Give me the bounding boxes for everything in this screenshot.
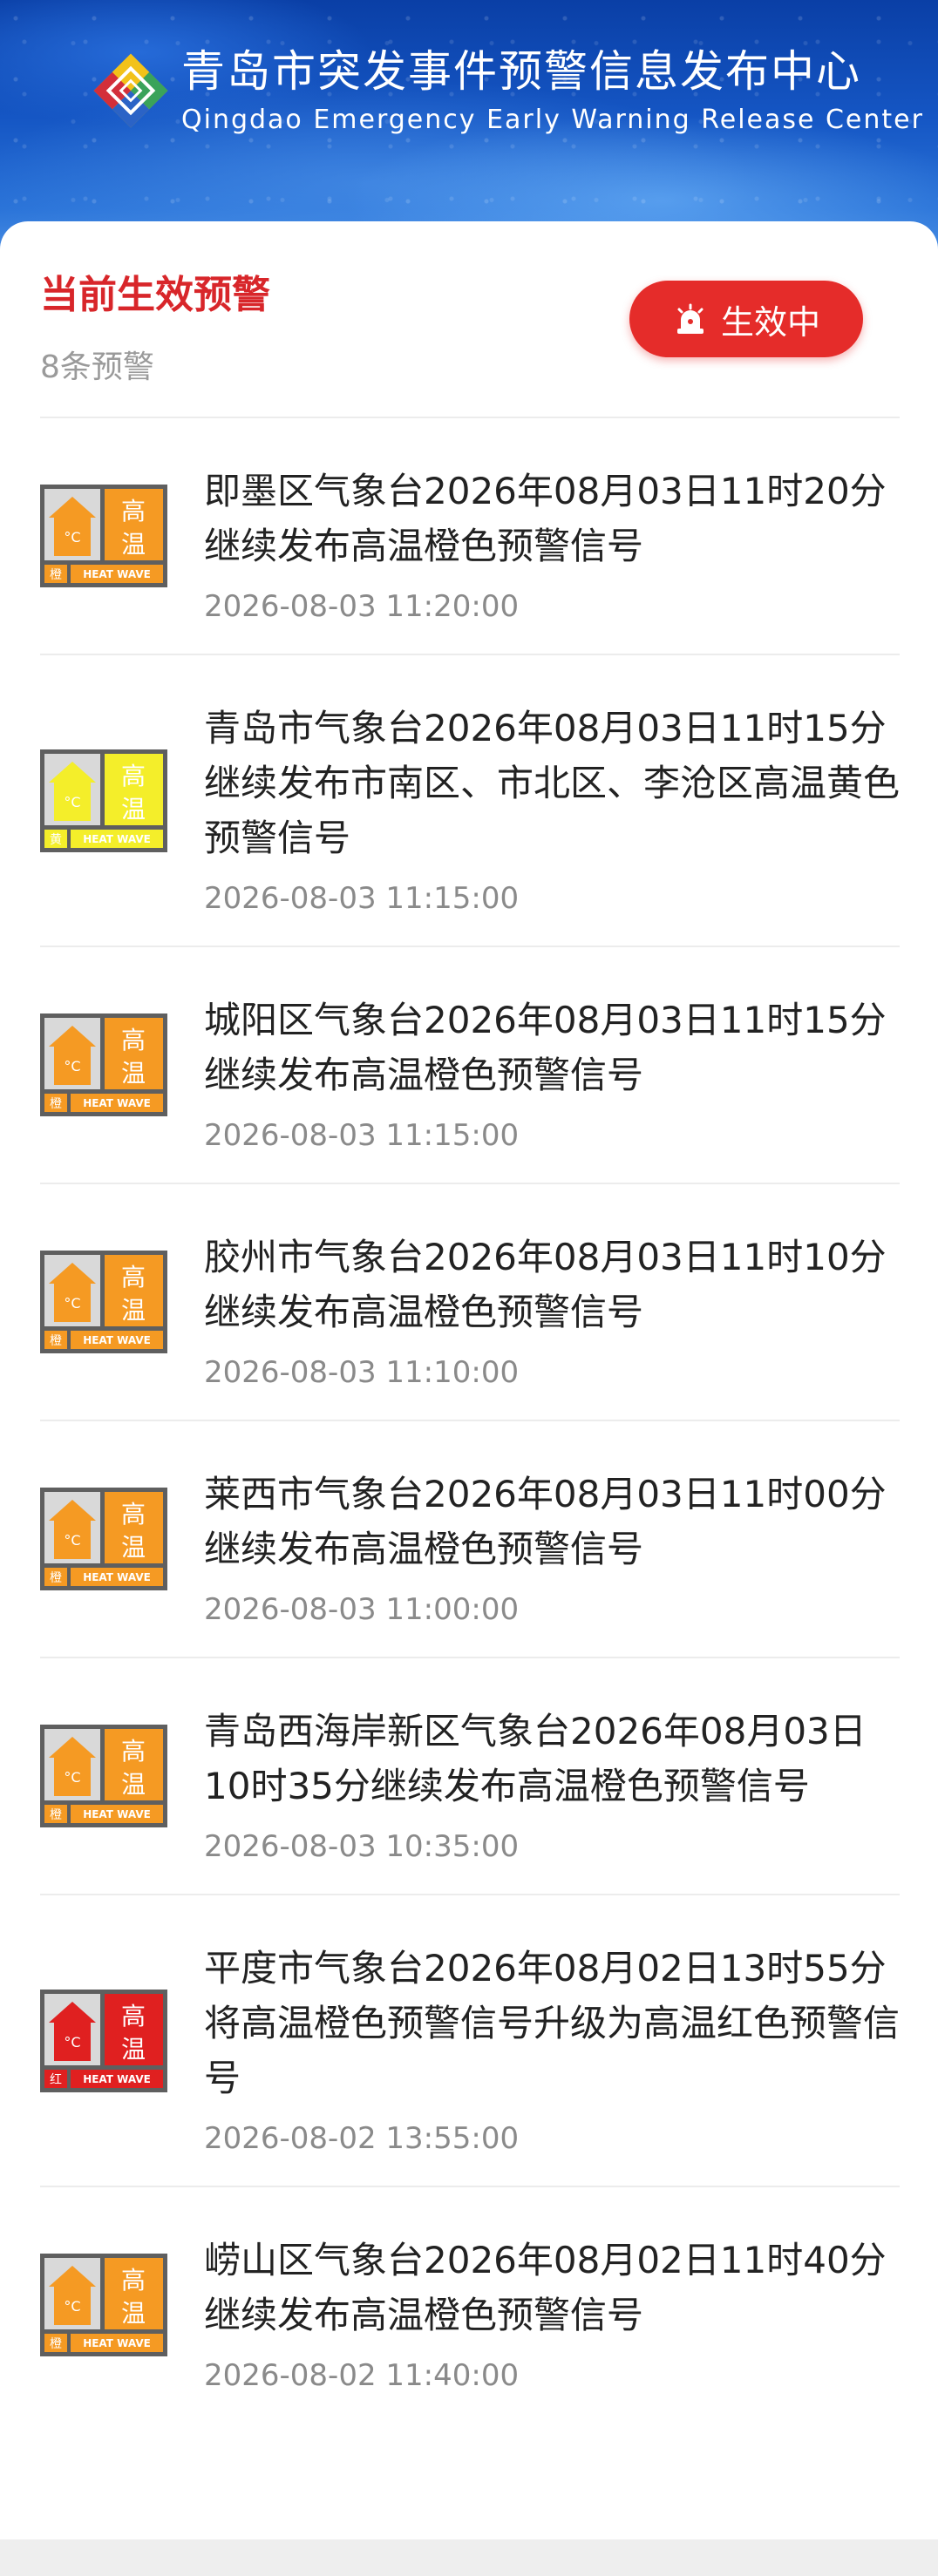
warning-title: 崂山区气象台2026年08月02日11时40分继续发布高温橙色预警信号: [204, 2239, 887, 2336]
svg-text:橙: 橙: [50, 2337, 62, 2351]
warning-item[interactable]: °C 高 温 黄 HEAT WAVE 青岛市气象台2026年08月03日11时1…: [40, 654, 900, 946]
heat-wave-orange-sign-icon: °C 高 温 橙 HEAT WAVE: [40, 1251, 167, 1353]
svg-text:HEAT WAVE: HEAT WAVE: [83, 1808, 151, 1820]
warning-time: 2026-08-03 11:15:00: [204, 1118, 520, 1153]
svg-text:HEAT WAVE: HEAT WAVE: [83, 1334, 151, 1346]
status-button-label: 生效中: [720, 302, 820, 342]
warning-list: °C 高 温 橙 HEAT WAVE 即墨区气象台2026年08月03日11时2…: [40, 417, 900, 2423]
page-subtitle-en: Qingdao Emergency Early Warning Release …: [181, 105, 924, 135]
heat-wave-orange-sign-icon: °C 高 温 橙 HEAT WAVE: [40, 1013, 167, 1116]
heat-wave-orange-sign-icon: °C 高 温 橙 HEAT WAVE: [40, 1725, 167, 1827]
warning-time: 2026-08-03 10:35:00: [204, 1829, 520, 1864]
status-button[interactable]: 生效中: [629, 281, 863, 357]
section-title: 当前生效预警: [40, 273, 270, 317]
svg-text:高: 高: [121, 1737, 146, 1766]
svg-text:温: 温: [121, 795, 146, 824]
warning-time: 2026-08-03 11:10:00: [204, 1355, 520, 1390]
warning-count: 8条预警: [40, 349, 154, 385]
svg-text:°C: °C: [64, 2034, 80, 2051]
bottom-bar: [0, 2539, 938, 2576]
svg-text:°C: °C: [64, 1769, 80, 1786]
svg-text:高: 高: [121, 497, 146, 525]
warning-item[interactable]: °C 高 温 橙 HEAT WAVE 即墨区气象台2026年08月03日11时2…: [40, 417, 900, 654]
heat-wave-orange-sign-icon: °C 高 温 橙 HEAT WAVE: [40, 1488, 167, 1590]
svg-text:橙: 橙: [50, 1097, 62, 1111]
heat-wave-red-sign-icon: °C 高 温 红 HEAT WAVE: [40, 1989, 167, 2092]
svg-text:°C: °C: [64, 529, 80, 546]
svg-text:HEAT WAVE: HEAT WAVE: [83, 833, 151, 845]
svg-text:高: 高: [121, 1263, 146, 1291]
warning-time: 2026-08-03 11:15:00: [204, 881, 520, 916]
svg-text:温: 温: [121, 1533, 146, 1562]
svg-text:°C: °C: [64, 1058, 80, 1074]
warning-title: 青岛西海岸新区气象台2026年08月03日10时35分继续发布高温橙色预警信号: [204, 1710, 867, 1807]
svg-text:橙: 橙: [50, 568, 62, 582]
svg-text:橙: 橙: [50, 1334, 62, 1348]
svg-text:温: 温: [121, 530, 146, 559]
warning-time: 2026-08-03 11:20:00: [204, 589, 520, 624]
svg-text:温: 温: [121, 2035, 146, 2064]
heat-wave-orange-sign-icon: °C 高 温 橙 HEAT WAVE: [40, 485, 167, 587]
alarm-bell-icon: [676, 303, 704, 334]
warning-item[interactable]: °C 高 温 橙 HEAT WAVE 青岛西海岸新区气象台2026年08月03日…: [40, 1657, 900, 1894]
warning-item[interactable]: °C 高 温 橙 HEAT WAVE 崂山区气象台2026年08月02日11时4…: [40, 2186, 900, 2423]
svg-text:高: 高: [121, 1500, 146, 1529]
page-title: 青岛市突发事件预警信息发布中心: [181, 46, 861, 97]
warning-title: 城阳区气象台2026年08月03日11时15分继续发布高温橙色预警信号: [204, 999, 887, 1096]
warning-item[interactable]: °C 高 温 橙 HEAT WAVE 城阳区气象台2026年08月03日11时1…: [40, 946, 900, 1183]
warning-item[interactable]: °C 高 温 红 HEAT WAVE 平度市气象台2026年08月02日13时5…: [40, 1894, 900, 2186]
svg-text:温: 温: [121, 1059, 146, 1088]
svg-text:°C: °C: [64, 1295, 80, 1312]
svg-text:HEAT WAVE: HEAT WAVE: [83, 2337, 151, 2349]
warning-time: 2026-08-02 13:55:00: [204, 2121, 520, 2156]
warning-card: 当前生效预警 8条预警 生效中 °C 高 温 橙 HEAT WAVE 即墨区气象…: [0, 221, 938, 2539]
warning-time: 2026-08-03 11:00:00: [204, 1592, 520, 1627]
svg-text:温: 温: [121, 2299, 146, 2328]
svg-text:高: 高: [121, 1026, 146, 1054]
svg-text:°C: °C: [64, 1532, 80, 1549]
warning-time: 2026-08-02 11:40:00: [204, 2358, 520, 2393]
heat-wave-orange-sign-icon: °C 高 温 橙 HEAT WAVE: [40, 2254, 167, 2356]
warning-title: 胶州市气象台2026年08月03日11时10分继续发布高温橙色预警信号: [204, 1236, 887, 1333]
svg-text:高: 高: [121, 762, 146, 790]
svg-text:橙: 橙: [50, 1808, 62, 1822]
svg-text:温: 温: [121, 1770, 146, 1799]
svg-text:°C: °C: [64, 794, 80, 810]
svg-text:°C: °C: [64, 2298, 80, 2315]
svg-text:红: 红: [50, 2073, 62, 2087]
warning-item[interactable]: °C 高 温 橙 HEAT WAVE 胶州市气象台2026年08月03日11时1…: [40, 1183, 900, 1420]
warning-title: 青岛市气象台2026年08月03日11时15分继续发布市南区、市北区、李沧区高温…: [204, 707, 901, 859]
warning-item[interactable]: °C 高 温 橙 HEAT WAVE 莱西市气象台2026年08月03日11时0…: [40, 1420, 900, 1657]
svg-text:HEAT WAVE: HEAT WAVE: [83, 2073, 151, 2085]
svg-text:高: 高: [121, 2002, 146, 2030]
svg-text:HEAT WAVE: HEAT WAVE: [83, 568, 151, 580]
svg-text:HEAT WAVE: HEAT WAVE: [83, 1571, 151, 1583]
qingdao-emergency-logo-icon: [93, 53, 168, 128]
warning-title: 即墨区气象台2026年08月03日11时20分继续发布高温橙色预警信号: [204, 470, 887, 567]
warning-title: 平度市气象台2026年08月02日13时55分将高温橙色预警信号升级为高温红色预…: [204, 1947, 901, 2099]
svg-text:温: 温: [121, 1296, 146, 1325]
heat-wave-yellow-sign-icon: °C 高 温 黄 HEAT WAVE: [40, 749, 167, 852]
svg-text:高: 高: [121, 2266, 146, 2295]
svg-text:橙: 橙: [50, 1571, 62, 1585]
svg-text:HEAT WAVE: HEAT WAVE: [83, 1097, 151, 1109]
warning-title: 莱西市气象台2026年08月03日11时00分继续发布高温橙色预警信号: [204, 1473, 887, 1570]
svg-text:黄: 黄: [50, 832, 62, 847]
